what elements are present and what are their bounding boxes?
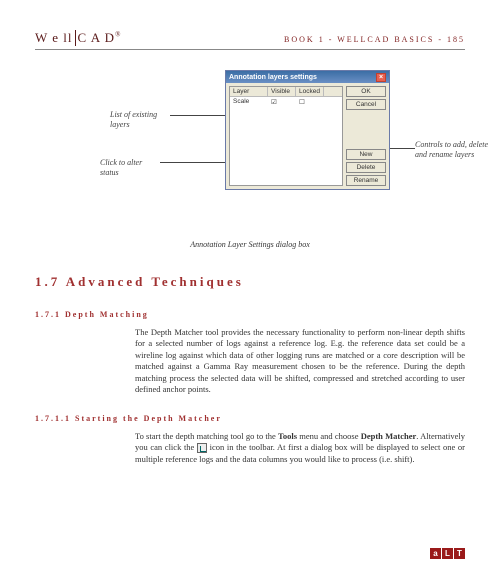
callout-list-layers: List of existing layers xyxy=(110,110,170,129)
alt-logo: a L T xyxy=(430,548,465,559)
column-visible: Visible xyxy=(268,87,296,96)
subsection-starting-depth-matcher: 1.7.1.1 Starting the Depth Matcher xyxy=(35,414,465,423)
menu-depth-matcher: Depth Matcher xyxy=(361,431,417,441)
list-header: Layer Visible Locked xyxy=(230,87,342,97)
page-header: W e llC A D® BOOK 1 - WELLCAD BASICS - 1… xyxy=(35,30,465,50)
new-button[interactable]: New xyxy=(346,149,386,160)
callout-click-status: Click to alter status xyxy=(100,158,160,177)
dialog-titlebar: Annotation layers settings × xyxy=(226,71,389,83)
callout-line xyxy=(170,115,230,116)
p2-a: To start the depth matching tool go to t… xyxy=(135,431,278,441)
alt-logo-l: L xyxy=(442,548,453,559)
figure-caption: Annotation Layer Settings dialog box xyxy=(35,240,465,249)
section-title: 1.7 Advanced Techniques xyxy=(35,274,465,290)
dialog-body: Layer Visible Locked Scale ☑ ☐ OK Cancel… xyxy=(226,83,389,189)
column-locked: Locked xyxy=(296,87,324,96)
logo-part-l: l xyxy=(68,30,76,46)
p2-b: menu and choose xyxy=(297,431,361,441)
menu-tools: Tools xyxy=(278,431,297,441)
logo-part-cad: C A D xyxy=(78,30,116,45)
logo-registered-mark: ® xyxy=(115,31,121,39)
subsection-depth-matching: 1.7.1 Depth Matching xyxy=(35,310,465,319)
close-icon[interactable]: × xyxy=(376,73,386,82)
list-item[interactable]: Scale ☑ ☐ xyxy=(230,97,342,107)
rename-button[interactable]: Rename xyxy=(346,175,386,186)
alt-logo-t: T xyxy=(454,548,465,559)
layer-name: Scale xyxy=(230,98,268,106)
alt-logo-a: a xyxy=(430,548,441,559)
annotation-settings-figure: List of existing layers Click to alter s… xyxy=(35,70,465,230)
dialog-title: Annotation layers settings xyxy=(229,74,317,81)
cancel-button[interactable]: Cancel xyxy=(346,99,386,110)
dialog-buttons: OK Cancel New Delete Rename xyxy=(346,86,386,186)
ok-button[interactable]: OK xyxy=(346,86,386,97)
callout-controls: Controls to add, delete and rename layer… xyxy=(415,140,490,159)
logo-part-wel: W e l xyxy=(35,30,68,45)
layers-list[interactable]: Layer Visible Locked Scale ☑ ☐ xyxy=(229,86,343,186)
visible-checkbox[interactable]: ☑ xyxy=(268,98,296,106)
locked-checkbox[interactable]: ☐ xyxy=(296,98,324,106)
page-reference: BOOK 1 - WELLCAD BASICS - 185 xyxy=(284,35,465,44)
depth-matching-paragraph: The Depth Matcher tool provides the nece… xyxy=(135,327,465,396)
column-layer: Layer xyxy=(230,87,268,96)
annotation-layers-dialog: Annotation layers settings × Layer Visib… xyxy=(225,70,390,190)
delete-button[interactable]: Delete xyxy=(346,162,386,173)
depth-matcher-icon xyxy=(197,443,207,453)
wellcad-logo: W e llC A D® xyxy=(35,30,121,46)
starting-depth-matcher-paragraph: To start the depth matching tool go to t… xyxy=(135,431,465,465)
